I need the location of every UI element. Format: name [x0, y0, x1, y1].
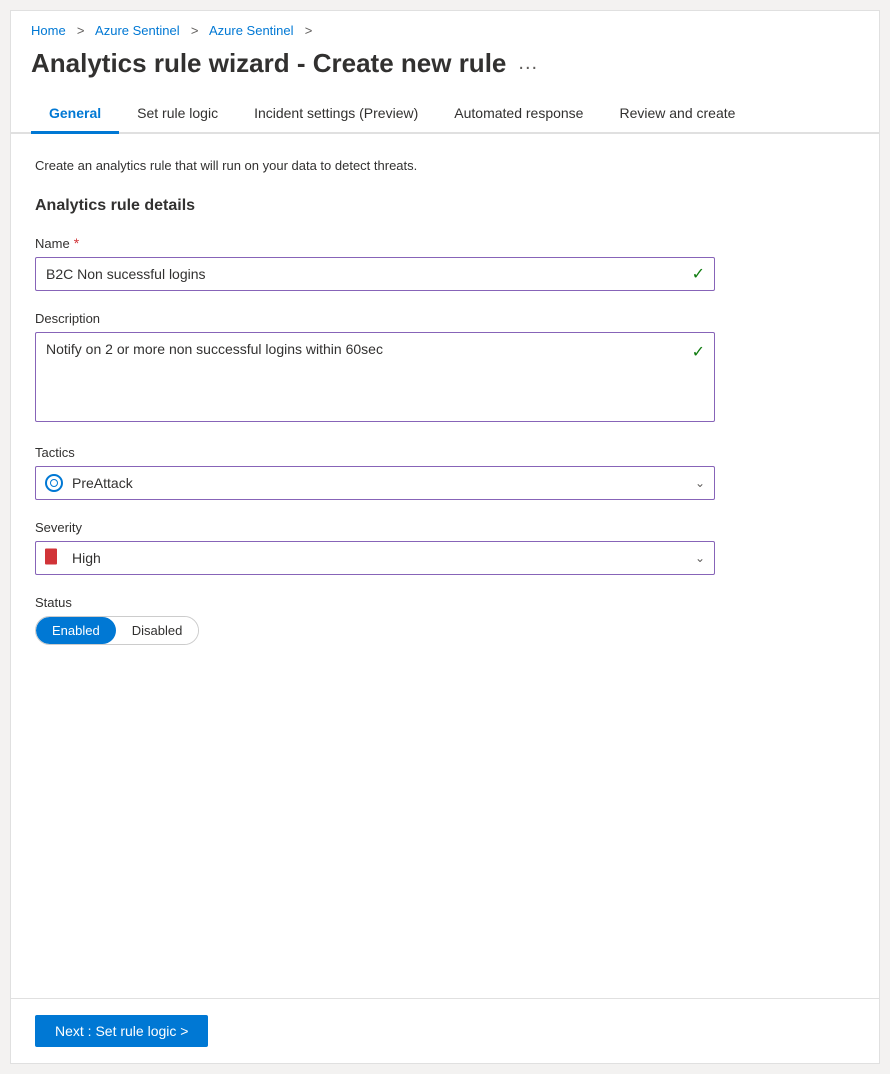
- status-disabled-button[interactable]: Disabled: [116, 617, 199, 644]
- tactics-select-wrapper: PreAttack InitialAccess Execution Persis…: [35, 466, 715, 500]
- name-label: Name *: [35, 235, 855, 251]
- name-input[interactable]: [35, 257, 715, 291]
- description-field-group: Description Notify on 2 or more non succ…: [35, 311, 855, 425]
- breadcrumb: Home > Azure Sentinel > Azure Sentinel >: [11, 11, 879, 44]
- status-field-group: Status Enabled Disabled: [35, 595, 855, 645]
- breadcrumb-sep-3: >: [301, 23, 316, 38]
- tactics-field-group: Tactics PreAttack InitialAccess Executio…: [35, 445, 855, 500]
- name-required-star: *: [74, 235, 79, 251]
- page-header: Analytics rule wizard - Create new rule …: [11, 44, 879, 95]
- severity-field-group: Severity High Medium Low Informational ⌄: [35, 520, 855, 575]
- name-field-group: Name * ✓: [35, 235, 855, 291]
- description-input-wrapper: Notify on 2 or more non successful login…: [35, 332, 715, 425]
- tab-automated-response[interactable]: Automated response: [436, 95, 601, 134]
- name-valid-icon: ✓: [692, 264, 705, 284]
- breadcrumb-azure-sentinel-1[interactable]: Azure Sentinel: [95, 23, 180, 38]
- page-title: Analytics rule wizard - Create new rule: [31, 48, 506, 79]
- name-input-wrapper: ✓: [35, 257, 715, 291]
- breadcrumb-sep-2: >: [187, 23, 202, 38]
- form-description: Create an analytics rule that will run o…: [35, 158, 855, 173]
- breadcrumb-home[interactable]: Home: [31, 23, 66, 38]
- severity-select-wrapper: High Medium Low Informational ⌄: [35, 541, 715, 575]
- tab-review-and-create[interactable]: Review and create: [601, 95, 753, 134]
- tab-set-rule-logic[interactable]: Set rule logic: [119, 95, 236, 134]
- tabs-bar: General Set rule logic Incident settings…: [11, 95, 879, 134]
- section-title: Analytics rule details: [35, 197, 855, 215]
- tactics-select[interactable]: PreAttack InitialAccess Execution Persis…: [35, 466, 715, 500]
- breadcrumb-sep-1: >: [73, 23, 88, 38]
- more-options-icon[interactable]: ...: [518, 52, 538, 75]
- status-toggle: Enabled Disabled: [35, 616, 199, 645]
- severity-label: Severity: [35, 520, 855, 535]
- content-area: Create an analytics rule that will run o…: [11, 134, 879, 998]
- status-label: Status: [35, 595, 855, 610]
- status-enabled-button[interactable]: Enabled: [36, 617, 116, 644]
- description-textarea[interactable]: Notify on 2 or more non successful login…: [35, 332, 715, 422]
- page-container: Home > Azure Sentinel > Azure Sentinel >…: [10, 10, 880, 1064]
- breadcrumb-azure-sentinel-2[interactable]: Azure Sentinel: [209, 23, 294, 38]
- description-label: Description: [35, 311, 855, 326]
- description-valid-icon: ✓: [692, 342, 705, 362]
- tab-incident-settings[interactable]: Incident settings (Preview): [236, 95, 436, 134]
- tab-general[interactable]: General: [31, 95, 119, 134]
- severity-select[interactable]: High Medium Low Informational: [35, 541, 715, 575]
- next-button[interactable]: Next : Set rule logic >: [35, 1015, 208, 1047]
- tactics-label: Tactics: [35, 445, 855, 460]
- footer-bar: Next : Set rule logic >: [11, 998, 879, 1063]
